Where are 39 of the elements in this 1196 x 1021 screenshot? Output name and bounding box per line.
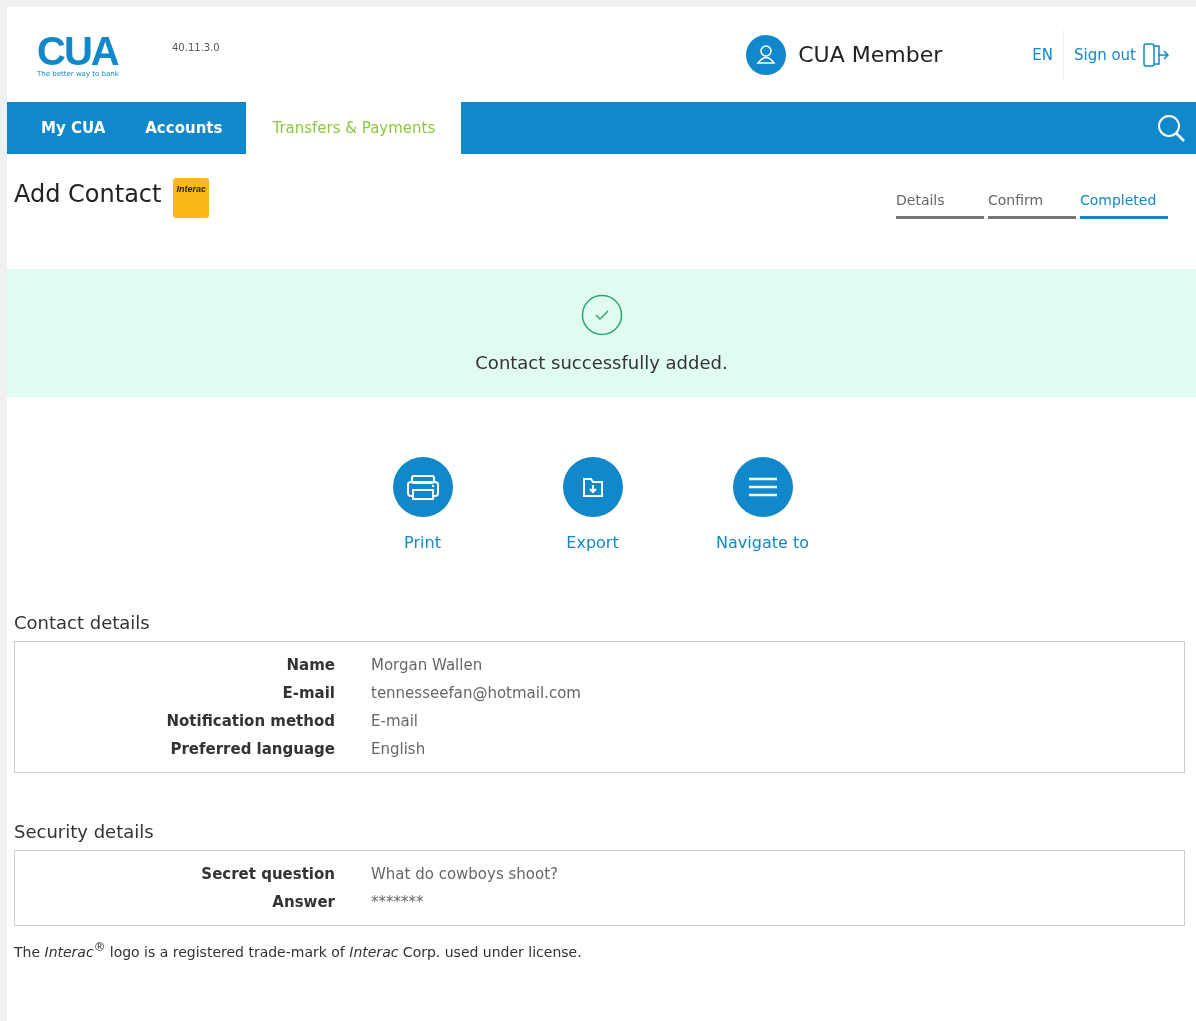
progress-step: Details [896, 192, 984, 219]
progress-step: Completed [1080, 192, 1168, 219]
field-label: Name [285, 656, 335, 674]
language-link[interactable]: EN [1032, 29, 1064, 80]
success-message: Contact successfully added. [475, 351, 728, 373]
field-label: Secret question [200, 865, 335, 883]
section-heading: Security details [14, 821, 155, 842]
field-label: Preferred language [169, 740, 335, 758]
check-icon [580, 293, 623, 336]
field-label: E-mail [281, 684, 335, 702]
menu-icon [732, 457, 793, 517]
export-button[interactable]: Export [537, 457, 648, 552]
menu-button[interactable]: Navigate to [707, 457, 818, 552]
door-icon [1142, 41, 1170, 68]
avatar-icon[interactable] [746, 34, 787, 75]
field-label: Notification method [165, 712, 335, 730]
nav-tab[interactable]: Transfers & Payments [246, 102, 462, 154]
section-heading: Contact details [14, 612, 151, 633]
nav-tab[interactable]: Accounts [129, 102, 247, 154]
print-button[interactable]: Print [367, 457, 478, 552]
version-number: 40.11.3.0 [172, 42, 220, 53]
logo: CUA [37, 31, 118, 70]
field-value: ******* [371, 893, 425, 911]
field-label: Answer [271, 893, 335, 911]
trademark-notice: The Interac$^{®}$ logo is a registered trade-mark of Interac Corp. used under license. [13, 939, 583, 962]
field-value: Morgan Wallen [371, 656, 484, 674]
field-value: E-mail [371, 712, 420, 730]
field-value: English [371, 740, 427, 758]
print-icon [392, 457, 453, 517]
sign-out-link[interactable]: Sign out [1073, 41, 1170, 68]
nav-tab[interactable]: My CUA [7, 102, 130, 154]
user-name: CUA Member [798, 42, 943, 67]
export-icon [562, 457, 623, 517]
progress-step: Confirm [988, 192, 1076, 219]
field-value: What do cowboys shoot? [371, 865, 560, 883]
page-title: Add Contact [14, 180, 162, 208]
interac-logo: Interac [173, 178, 209, 218]
search-icon[interactable] [1156, 113, 1186, 143]
field-value: tennesseefan@hotmail.com [371, 684, 582, 702]
